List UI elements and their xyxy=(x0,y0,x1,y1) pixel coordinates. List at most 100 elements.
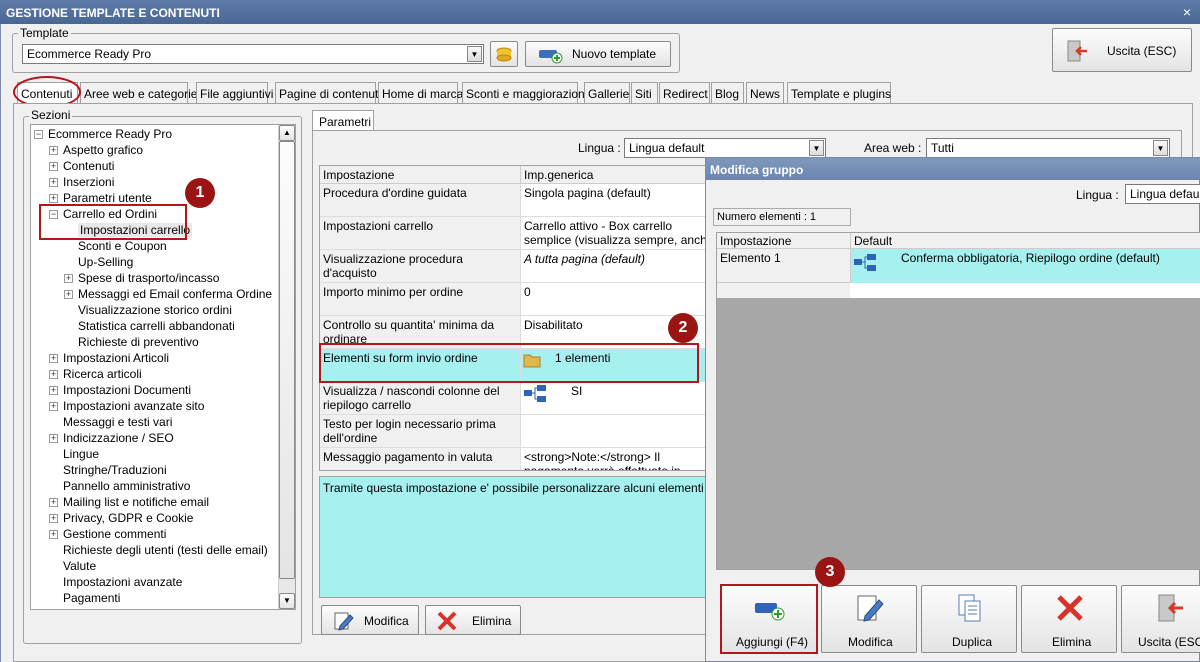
expand-icon[interactable]: + xyxy=(49,162,58,172)
scroll-up-icon[interactable]: ▲ xyxy=(279,125,295,141)
param-value[interactable]: SI xyxy=(520,382,718,415)
highlight-box-3 xyxy=(720,584,818,654)
param-value[interactable]: 0 xyxy=(520,283,718,316)
close-icon[interactable]: × xyxy=(1178,4,1196,20)
collapse-icon[interactable]: − xyxy=(34,130,43,140)
area-web-label: Area web : xyxy=(864,141,922,155)
area-web-select[interactable]: Tutti ▼ xyxy=(926,138,1170,158)
tree-item[interactable]: + Privacy, GDPR e Cookie xyxy=(49,510,193,526)
tree-item[interactable]: + Impostazioni avanzate sito xyxy=(49,398,204,414)
tree-item[interactable]: + Indicizzazione / SEO xyxy=(49,430,174,446)
tree-item[interactable]: Pagamenti xyxy=(49,590,120,606)
duplicate-button[interactable]: Duplica xyxy=(921,585,1017,653)
tab-siti[interactable]: Siti xyxy=(631,82,658,103)
scroll-down-icon[interactable]: ▼ xyxy=(279,593,295,609)
expand-icon[interactable]: + xyxy=(64,290,73,300)
dialog-lingua-select[interactable]: Lingua default xyxy=(1125,184,1200,204)
step-badge-2: 2 xyxy=(668,313,698,343)
tree-item[interactable]: + Aspetto grafico xyxy=(49,142,143,158)
dialog-exit-button[interactable]: Uscita (ESC) xyxy=(1121,585,1200,653)
tree-item[interactable]: + Contenuti xyxy=(49,158,114,174)
tree-item[interactable]: + Spese di trasporto/incasso xyxy=(64,270,219,286)
param-value[interactable]: <strong>Note:</strong> Il pagamento verr… xyxy=(520,448,718,470)
tab-home-marca[interactable]: Home di marca xyxy=(378,82,463,103)
step-badge-3: 3 xyxy=(815,557,845,587)
expand-icon[interactable]: + xyxy=(49,514,58,524)
expand-icon[interactable]: + xyxy=(49,402,58,412)
exit-button[interactable]: Uscita (ESC) xyxy=(1052,28,1192,72)
expand-icon[interactable]: + xyxy=(64,274,73,284)
tab-aree-web[interactable]: Aree web e categorie xyxy=(80,82,197,103)
tab-pagine-contenuti[interactable]: Pagine di contenuti xyxy=(275,82,381,103)
expand-icon[interactable]: + xyxy=(49,530,58,540)
tree-item[interactable]: + Inserzioni xyxy=(49,174,114,190)
tab-sconti[interactable]: Sconti e maggiorazioni xyxy=(462,82,587,103)
tree-item[interactable]: Messaggi e testi vari xyxy=(49,414,172,430)
expand-icon[interactable]: + xyxy=(49,434,58,444)
expand-icon[interactable]: + xyxy=(49,354,58,364)
dialog-col-setting: Impostazione xyxy=(717,233,850,249)
tree-item[interactable]: Sconti e Coupon xyxy=(64,238,167,254)
tree-item[interactable]: Richieste degli utenti (testi delle emai… xyxy=(49,542,268,558)
new-template-button[interactable]: Nuovo template xyxy=(525,41,671,67)
tree-item[interactable]: + Mailing list e notifiche email xyxy=(49,494,209,510)
tab-gallerie[interactable]: Gallerie xyxy=(584,82,630,103)
tab-parametri[interactable]: Parametri xyxy=(312,110,374,131)
tree-item[interactable]: Valute xyxy=(49,558,96,574)
tree-item[interactable]: Impostazioni avanzate xyxy=(49,574,182,590)
expand-icon[interactable]: + xyxy=(49,146,58,156)
tab-blog[interactable]: Blog xyxy=(711,82,744,103)
expand-icon[interactable]: + xyxy=(49,178,58,188)
tree-item[interactable]: Pannello amministrativo xyxy=(49,478,190,494)
expand-icon[interactable]: + xyxy=(49,194,58,204)
tree-item[interactable]: Visualizzazione storico ordini xyxy=(64,302,232,318)
tree-item[interactable]: + Impostazioni Documenti xyxy=(49,382,191,398)
tab-file-aggiuntivi[interactable]: File aggiuntivi xyxy=(196,82,273,103)
dialog-grid[interactable]: Impostazione Default Elemento 1 Conferma… xyxy=(716,232,1200,570)
expand-icon[interactable]: + xyxy=(49,498,58,508)
main-tabs: Contenuti Aree web e categorie File aggi… xyxy=(17,82,897,104)
tab-news[interactable]: News xyxy=(746,82,784,103)
chevron-down-icon[interactable]: ▼ xyxy=(809,140,824,156)
dialog-delete-button[interactable]: Elimina xyxy=(1021,585,1117,653)
template-db-button[interactable] xyxy=(490,41,518,67)
param-setting: Procedura d'ordine guidata xyxy=(320,184,520,217)
tree-item[interactable]: Up-Selling xyxy=(64,254,133,270)
tree-item[interactable]: + Gestione commenti xyxy=(49,526,166,542)
tree-root[interactable]: − Ecommerce Ready Pro xyxy=(34,126,172,142)
sections-tree[interactable]: − Ecommerce Ready Pro + Aspetto grafico + Co… xyxy=(30,124,296,610)
chevron-down-icon[interactable]: ▼ xyxy=(1153,140,1168,156)
param-value[interactable]: A tutta pagina (default) xyxy=(520,250,718,283)
scroll-thumb[interactable] xyxy=(279,141,295,579)
tree-item[interactable]: Richieste di preventivo xyxy=(64,334,199,350)
add-icon xyxy=(539,50,563,64)
param-value[interactable]: Carrello attivo - Box carrello semplice … xyxy=(520,217,718,250)
tree-item[interactable]: Lingue xyxy=(49,446,99,462)
col-header-setting: Impostazione xyxy=(320,166,520,184)
param-value[interactable] xyxy=(520,415,718,448)
tree-item[interactable]: Stringhe/Traduzioni xyxy=(49,462,167,478)
template-legend: Template xyxy=(18,26,71,40)
params-grid[interactable]: Impostazione Imp.generica Procedura d'or… xyxy=(319,165,719,471)
param-value[interactable]: Singola pagina (default) xyxy=(520,184,718,217)
tab-redirect[interactable]: Redirect xyxy=(659,82,710,103)
expand-icon[interactable]: + xyxy=(49,386,58,396)
tree-scrollbar[interactable]: ▲ ▼ xyxy=(278,125,295,609)
expand-icon[interactable]: + xyxy=(49,370,58,380)
param-setting: Testo per login necessario prima dell'or… xyxy=(320,415,520,448)
chevron-down-icon[interactable]: ▼ xyxy=(467,46,482,62)
dialog-modify-button[interactable]: Modifica xyxy=(821,585,917,653)
modify-button[interactable]: Modifica xyxy=(321,605,419,635)
param-setting: Visualizzazione procedura d'acquisto xyxy=(320,250,520,283)
lingua-select[interactable]: Lingua default ▼ xyxy=(624,138,826,158)
delete-button[interactable]: Elimina xyxy=(425,605,521,635)
dialog-row-value[interactable]: Conferma obbligatoria, Riepilogo ordine … xyxy=(850,249,1200,283)
tree-item[interactable]: + Ricerca articoli xyxy=(49,366,142,382)
element-count: Numero elementi : 1 xyxy=(713,208,851,226)
tree-item[interactable]: + Impostazioni Articoli xyxy=(49,350,169,366)
tree-item[interactable]: Statistica carrelli abbandonati xyxy=(64,318,235,334)
tree-item[interactable]: + Messaggi ed Email conferma Ordine xyxy=(64,286,272,302)
tab-template-plugins[interactable]: Template e plugins xyxy=(787,82,891,103)
delete-x-icon xyxy=(1057,595,1083,621)
template-select[interactable]: Ecommerce Ready Pro ▼ xyxy=(22,44,484,64)
